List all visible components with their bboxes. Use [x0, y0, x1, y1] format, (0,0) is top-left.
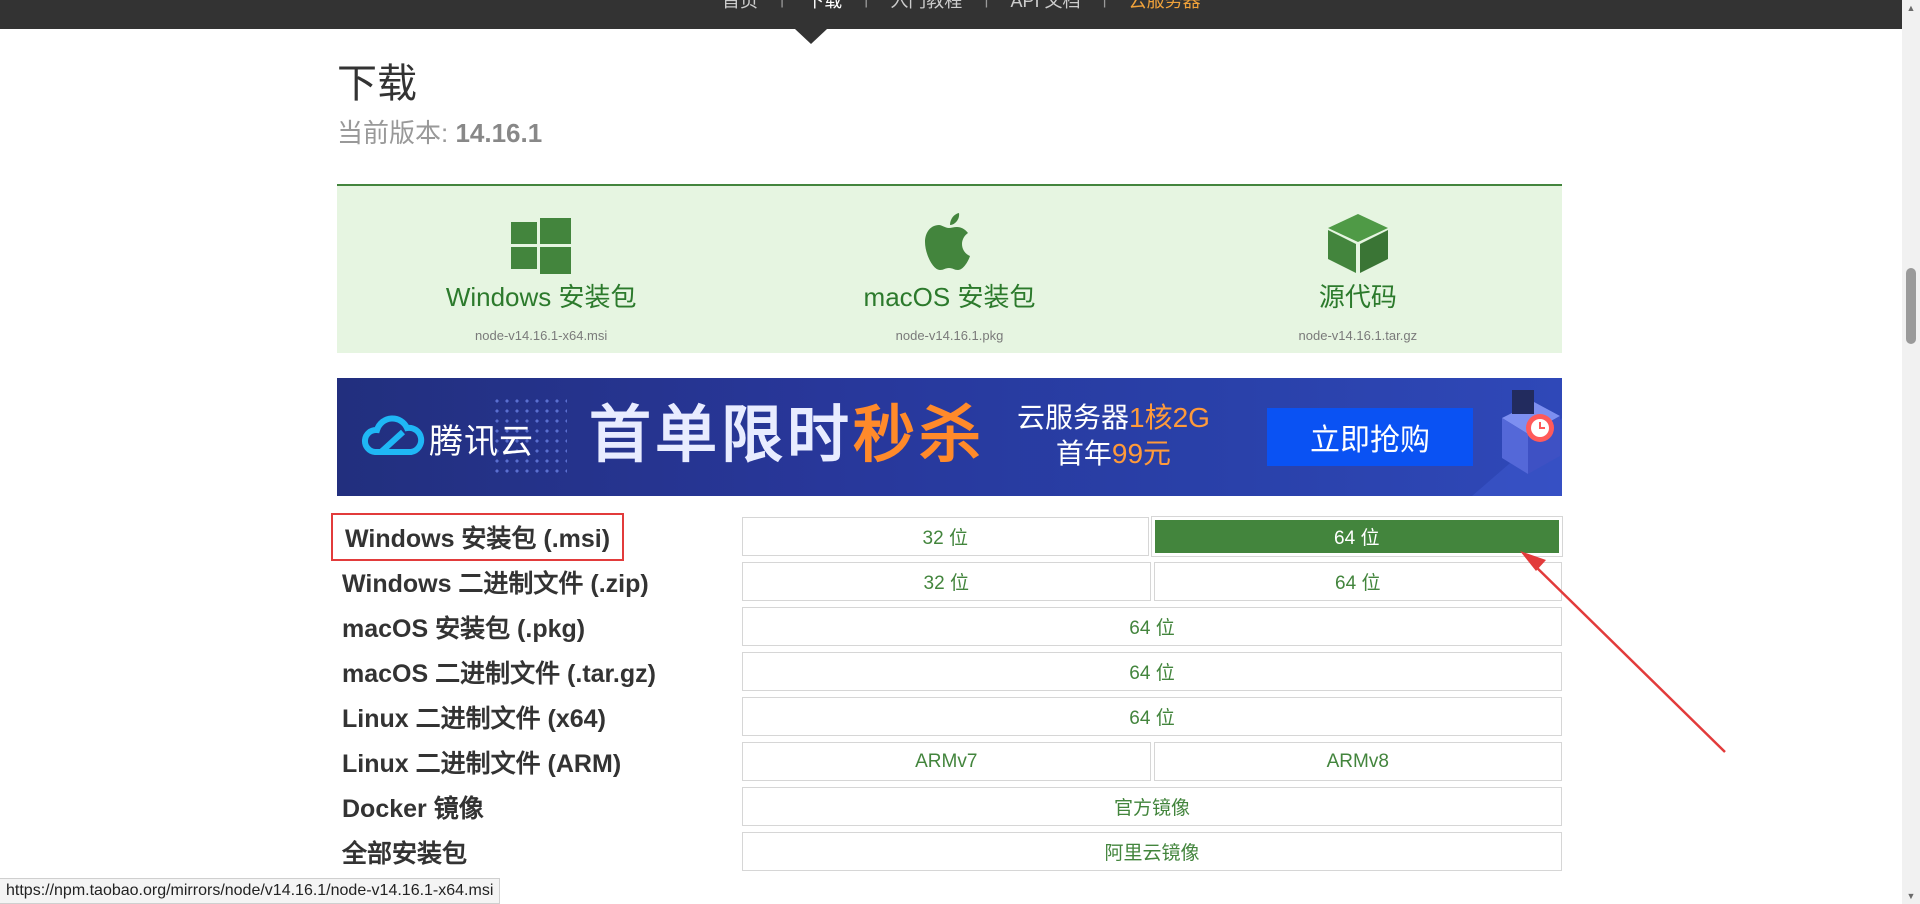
row-links: ARMv7 ARMv8: [742, 742, 1562, 781]
quick-download-windows[interactable]: Windows 安装包 node-v14.16.1-x64.msi: [337, 186, 745, 353]
offer-line1-prefix: 云服务器: [1017, 402, 1130, 433]
quick-download-macos[interactable]: macOS 安装包 node-v14.16.1.pkg: [745, 186, 1153, 353]
download-link-armv8[interactable]: ARMv8: [1153, 742, 1562, 781]
table-row: macOS 安装包 (.pkg) 64 位: [337, 604, 1562, 649]
tencent-cloud-ad-banner[interactable]: 腾讯云 首单限时秒杀 云服务器1核2G 首年99元 立即抢购: [337, 378, 1562, 496]
quick-download-source[interactable]: 源代码 node-v14.16.1.tar.gz: [1154, 186, 1562, 353]
version-label: 当前版本:: [337, 118, 456, 148]
page-title: 下载: [337, 61, 417, 107]
download-link-64bit[interactable]: 64 位: [1153, 562, 1562, 601]
apple-icon: [925, 213, 971, 270]
banner-brand: 腾讯云: [429, 423, 534, 461]
current-version: 当前版本: 14.16.1: [337, 114, 1562, 152]
table-row: Linux 二进制文件 (ARM) ARMv7 ARMv8: [337, 739, 1562, 784]
quick-download-label[interactable]: macOS 安装包: [745, 280, 1153, 314]
quick-download-label[interactable]: Windows 安装包: [337, 280, 745, 314]
scroll-down-icon[interactable]: ▼: [1902, 888, 1920, 904]
row-label-cell: Windows 安装包 (.msi): [331, 512, 742, 561]
download-link-32bit[interactable]: 32 位: [742, 517, 1149, 556]
download-link-64bit[interactable]: 64 位: [742, 652, 1562, 691]
main-content: 下载 当前版本: 14.16.1 Windows 安装包 node-v14.16…: [331, 56, 1563, 871]
quick-download-panel: Windows 安装包 node-v14.16.1-x64.msi macOS …: [337, 184, 1562, 353]
nav-item-download[interactable]: 下载: [784, 0, 864, 13]
banner-promo: 首单限时秒杀: [589, 400, 985, 470]
aliyun-mirror-link[interactable]: 阿里云镜像: [742, 832, 1562, 871]
offer-line2-highlight: 99元: [1111, 438, 1172, 469]
table-row: Windows 二进制文件 (.zip) 32 位 64 位: [337, 559, 1562, 604]
nav-item-home[interactable]: 首页: [700, 0, 780, 13]
quick-download-label[interactable]: 源代码: [1154, 280, 1562, 314]
offer-line2-prefix: 首年: [1055, 438, 1112, 469]
download-link-64bit[interactable]: 64 位: [742, 697, 1562, 736]
row-links: 64 位: [742, 697, 1562, 736]
banner-server-illustration: [1472, 390, 1562, 496]
vertical-scrollbar[interactable]: ▲ ▼: [1902, 0, 1920, 904]
row-links: 64 位: [742, 607, 1562, 646]
quick-download-file: node-v14.16.1-x64.msi: [475, 328, 608, 343]
table-row: Windows 安装包 (.msi) 32 位 64 位: [331, 512, 1563, 561]
nav-item-cloud-server[interactable]: 云服务器: [1107, 0, 1223, 13]
table-row: Docker 镜像 官方镜像: [337, 784, 1562, 829]
active-nav-indicator: [795, 29, 827, 44]
row-links: 阿里云镜像: [742, 832, 1562, 871]
nav-item-tutorial[interactable]: 入门教程: [868, 0, 984, 13]
row-links: 32 位 64 位: [742, 562, 1562, 601]
download-table: Windows 安装包 (.msi) 32 位 64 位 Windows 二进制…: [331, 512, 1563, 874]
quick-download-file: node-v14.16.1.tar.gz: [1298, 328, 1418, 343]
version-number: 14.16.1: [455, 118, 543, 148]
offer-line1-highlight: 1核2G: [1129, 402, 1210, 433]
source-box-icon: [1327, 214, 1388, 273]
row-label: Windows 安装包 (.msi): [331, 512, 625, 561]
row-label: macOS 二进制文件 (.tar.gz): [342, 659, 656, 688]
row-label: Windows 二进制文件 (.zip): [342, 569, 649, 598]
table-row: Linux 二进制文件 (x64) 64 位: [337, 694, 1562, 739]
row-links: 64 位: [742, 652, 1562, 691]
row-label: 全部安装包: [342, 839, 468, 868]
download-link-64bit[interactable]: 64 位: [1150, 516, 1563, 557]
row-links: 官方镜像: [742, 787, 1562, 826]
docker-official-image-link[interactable]: 官方镜像: [742, 787, 1562, 826]
row-links: 32 位 64 位: [742, 516, 1563, 557]
nav-list: 首页 | 下载 | 入门教程 | API 文档 | 云服务器: [700, 0, 1223, 14]
row-label: Linux 二进制文件 (ARM): [342, 749, 622, 778]
table-row: 全部安装包 阿里云镜像: [337, 829, 1562, 874]
download-link-32bit[interactable]: 32 位: [742, 562, 1151, 601]
table-row: macOS 二进制文件 (.tar.gz) 64 位: [337, 649, 1562, 694]
row-label: Linux 二进制文件 (x64): [342, 704, 606, 733]
scrollbar-thumb[interactable]: [1906, 268, 1916, 344]
banner-promo-hot: 秒杀: [853, 398, 986, 471]
windows-icon: [511, 218, 572, 274]
top-nav-bar: 首页 | 下载 | 入门教程 | API 文档 | 云服务器: [0, 0, 1902, 29]
download-link-armv7[interactable]: ARMv7: [742, 742, 1151, 781]
row-label: macOS 安装包 (.pkg): [342, 614, 586, 643]
row-label: Docker 镜像: [342, 794, 484, 823]
banner-promo-main: 首单限时: [589, 398, 854, 471]
status-bar-url: https://npm.taobao.org/mirrors/node/v14.…: [0, 878, 501, 904]
download-link-64bit[interactable]: 64 位: [742, 607, 1562, 646]
tencent-cloud-logo-icon: [361, 415, 425, 455]
nav-item-api-docs[interactable]: API 文档: [988, 0, 1102, 13]
banner-offer: 云服务器1核2G 首年99元: [1017, 400, 1210, 472]
scroll-up-icon[interactable]: ▲: [1902, 0, 1920, 16]
quick-download-file: node-v14.16.1.pkg: [895, 328, 1004, 343]
